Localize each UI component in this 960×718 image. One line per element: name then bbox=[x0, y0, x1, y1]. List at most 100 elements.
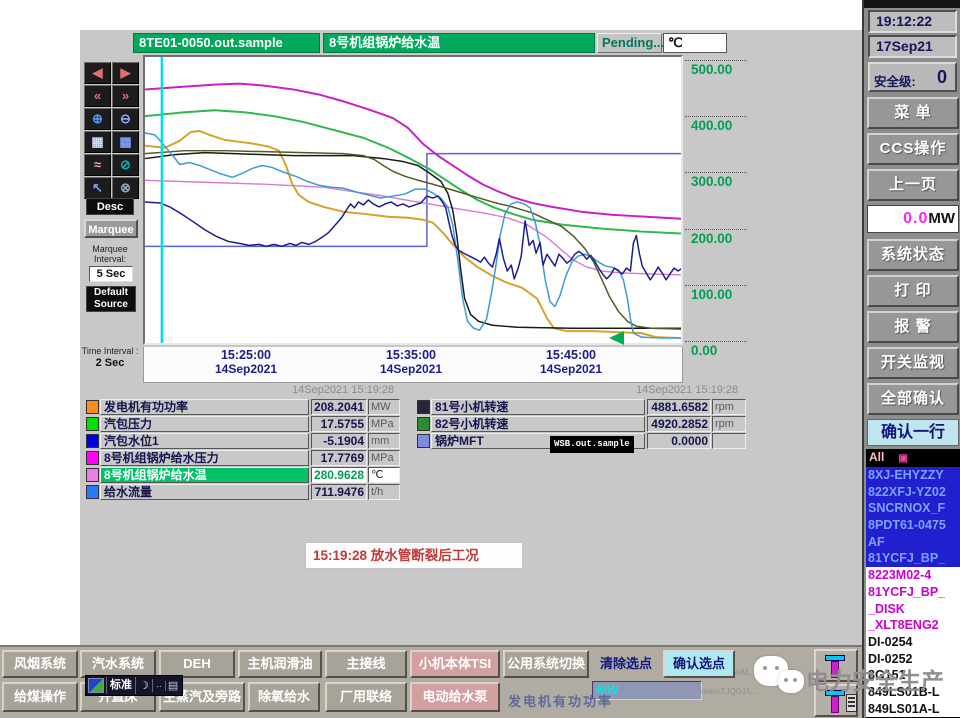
grid-view-icon[interactable]: ▩ bbox=[112, 131, 139, 153]
trend-page-button-2[interactable] bbox=[814, 684, 858, 717]
legend-table-icon[interactable]: ▦ bbox=[84, 131, 111, 153]
legend-row[interactable]: 汽包水位1 -5.1904 mm bbox=[86, 433, 406, 450]
alarm-list-item[interactable]: 8PDT61-0475 bbox=[866, 517, 960, 534]
nav-common-system-switch[interactable]: 公用系统切换 bbox=[503, 650, 589, 678]
ime-punct-icon[interactable]: ·· bbox=[153, 680, 166, 691]
alarm-list-item[interactable]: 81YCFJ_BP_ bbox=[866, 550, 960, 568]
menu-button[interactable]: 菜 单 bbox=[867, 97, 959, 129]
ccs-ops-button[interactable]: CCS操作 bbox=[867, 133, 959, 165]
alarm-list-item[interactable]: 81YCFJ_BP_ bbox=[866, 583, 960, 601]
legend-row[interactable]: 汽包压力 17.5755 MPa bbox=[86, 416, 406, 433]
trend-pen-icon[interactable]: ≈ bbox=[84, 154, 111, 176]
step-back-icon[interactable]: ◀ bbox=[84, 62, 111, 84]
point-tag-label[interactable]: 8TE01-0050.out.sample bbox=[133, 33, 320, 53]
y-gridline bbox=[685, 228, 747, 230]
ime-halfwidth-icon[interactable]: ☽ bbox=[136, 679, 153, 692]
clear-select-button[interactable]: 清除选点 bbox=[592, 650, 660, 678]
unit-label: ℃ bbox=[663, 33, 727, 53]
trend-series-发电机有功功率 bbox=[145, 129, 681, 340]
zoom-in-icon[interactable]: ⊕ bbox=[84, 108, 111, 130]
y-axis-label: 400.00 bbox=[691, 118, 733, 134]
nav-fan-flue[interactable]: 风烟系统 bbox=[2, 650, 78, 678]
pointer-icon[interactable]: ↖ bbox=[84, 177, 111, 199]
page-forward-icon[interactable]: » bbox=[112, 85, 139, 107]
confirm-one-line-button[interactable]: 确认一行 bbox=[867, 419, 959, 446]
time-interval-value[interactable]: 2 Sec bbox=[80, 357, 140, 369]
default-source-button[interactable]: Default Source bbox=[86, 286, 136, 312]
pen-color-swatch bbox=[86, 400, 99, 414]
ime-toolbar[interactable]: 标准 ☽ ·· ▤ bbox=[85, 675, 184, 696]
pen-label: 锅炉MFT WSB.out.sample bbox=[431, 433, 645, 453]
legend-row[interactable]: 发电机有功功率 208.2041 MW bbox=[86, 399, 406, 416]
nav-steam-water[interactable]: 汽水系统 bbox=[80, 650, 156, 678]
pen-unit: MW bbox=[368, 399, 400, 415]
alarm-list-item[interactable]: _XLT8ENG2 bbox=[866, 617, 960, 634]
switch-monitor-button[interactable]: 开关监视 bbox=[867, 347, 959, 379]
pen-value: 4881.6582 bbox=[647, 399, 711, 415]
marquee-interval-value[interactable]: 5 Sec bbox=[89, 266, 133, 282]
unit-load-value: 0.0 bbox=[903, 210, 929, 227]
ime-keyboard-icon[interactable]: ▤ bbox=[166, 679, 180, 692]
legend-row[interactable]: 82号小机转速 4920.2852 rpm bbox=[417, 416, 753, 433]
pen-color-swatch bbox=[417, 434, 430, 448]
trend-page-button-1[interactable] bbox=[814, 649, 858, 682]
nav-bfpt-tsi[interactable]: 小机本体TSI bbox=[410, 650, 500, 678]
legend-row[interactable]: 给水流量 711.9476 t/h bbox=[86, 484, 406, 501]
desc-button[interactable]: Desc bbox=[86, 198, 134, 215]
alarm-filter-icon[interactable]: ▣ bbox=[898, 450, 907, 467]
alarm-list-item[interactable]: DI-0252 bbox=[866, 650, 960, 668]
legend-row[interactable]: 锅炉MFT WSB.out.sample 0.0000 bbox=[417, 433, 753, 453]
x-axis-label: 15:25:00 14Sep2021 bbox=[191, 348, 301, 376]
alarm-button[interactable]: 报 警 bbox=[867, 311, 959, 343]
nav-deh[interactable]: DEH bbox=[159, 650, 235, 678]
zoom-out-icon[interactable]: ⊖ bbox=[112, 108, 139, 130]
x-axis-label: 15:45:00 14Sep2021 bbox=[516, 348, 626, 376]
cursor-timestamp-right: 14Sep2021 15:19:28 bbox=[636, 384, 739, 396]
pen-value: 0.0000 bbox=[647, 433, 711, 449]
y-axis-label: 300.00 bbox=[691, 174, 733, 190]
pen-value: 280.9628 bbox=[311, 467, 367, 483]
system-status-button[interactable]: 系统状态 bbox=[867, 239, 959, 271]
trend-plot[interactable] bbox=[143, 55, 683, 345]
pen-color-swatch bbox=[417, 417, 430, 431]
ime-logo-icon[interactable] bbox=[88, 678, 104, 693]
pen-label: 发电机有功功率 bbox=[100, 399, 309, 415]
alarm-list-item[interactable]: 8XJ-EHYZZY bbox=[866, 467, 960, 484]
nav-main-lube-oil[interactable]: 主机润滑油 bbox=[238, 650, 322, 678]
nav-plant-interconnection[interactable]: 厂用联络 bbox=[325, 682, 407, 712]
step-forward-icon[interactable]: ▶ bbox=[112, 62, 139, 84]
status-pending-label: Pending... bbox=[597, 33, 664, 53]
page-back-icon[interactable]: « bbox=[84, 85, 111, 107]
disable-icon[interactable]: ⊘ bbox=[112, 154, 139, 176]
alarm-list-item[interactable]: 822XFJ-YZ02 bbox=[866, 483, 960, 501]
y-gridline bbox=[685, 172, 747, 174]
alarm-list-item[interactable]: _DISK bbox=[866, 600, 960, 618]
legend-row[interactable]: 81号小机转速 4881.6582 rpm bbox=[417, 399, 753, 416]
legend-row[interactable]: 8号机组锅炉给水温 280.9628 ℃ bbox=[86, 467, 406, 484]
alarm-list-item[interactable]: SNCRNOX_F bbox=[866, 500, 960, 518]
nav-coal-feed[interactable]: 给煤操作 bbox=[2, 682, 78, 712]
alarm-list-item[interactable]: 8G151 bbox=[866, 667, 960, 684]
alarm-list-item[interactable]: 8223M02-4 bbox=[866, 567, 960, 584]
nav-motor-feed-pump[interactable]: 电动给水泵 bbox=[410, 682, 500, 712]
alarm-list-header[interactable]: All ▣ bbox=[866, 449, 960, 467]
alarm-filter-label[interactable]: All bbox=[869, 450, 884, 464]
nav-deaerator-feedwater[interactable]: 除氧给水 bbox=[248, 682, 320, 712]
alarm-list-item[interactable]: DI-0254 bbox=[866, 633, 960, 651]
mft-source-tooltip: WSB.out.sample bbox=[550, 436, 634, 453]
confirm-all-button[interactable]: 全部确认 bbox=[867, 383, 959, 415]
alarm-list-item[interactable]: AF bbox=[866, 533, 960, 551]
point-description-label[interactable]: 8号机组锅炉给水温 bbox=[323, 33, 595, 53]
pen-color-swatch bbox=[417, 400, 430, 414]
marquee-button[interactable]: Marquee bbox=[84, 219, 138, 238]
pan-icon[interactable]: ⊗ bbox=[112, 177, 139, 199]
alarm-list-item[interactable]: 849LS01B-L bbox=[866, 683, 960, 701]
nav-main-wiring[interactable]: 主接线 bbox=[325, 650, 407, 678]
print-button[interactable]: 打 印 bbox=[867, 275, 959, 307]
legend-row[interactable]: 8号机组锅炉给水压力 17.7769 MPa bbox=[86, 450, 406, 467]
prev-page-button[interactable]: 上一页 bbox=[867, 169, 959, 201]
y-gridline bbox=[685, 116, 747, 118]
ime-mode-label[interactable]: 标准 bbox=[106, 677, 136, 694]
alarm-list-item[interactable]: 849LS01A-L bbox=[866, 700, 960, 718]
confirm-select-button[interactable]: 确认选点 bbox=[663, 650, 735, 678]
